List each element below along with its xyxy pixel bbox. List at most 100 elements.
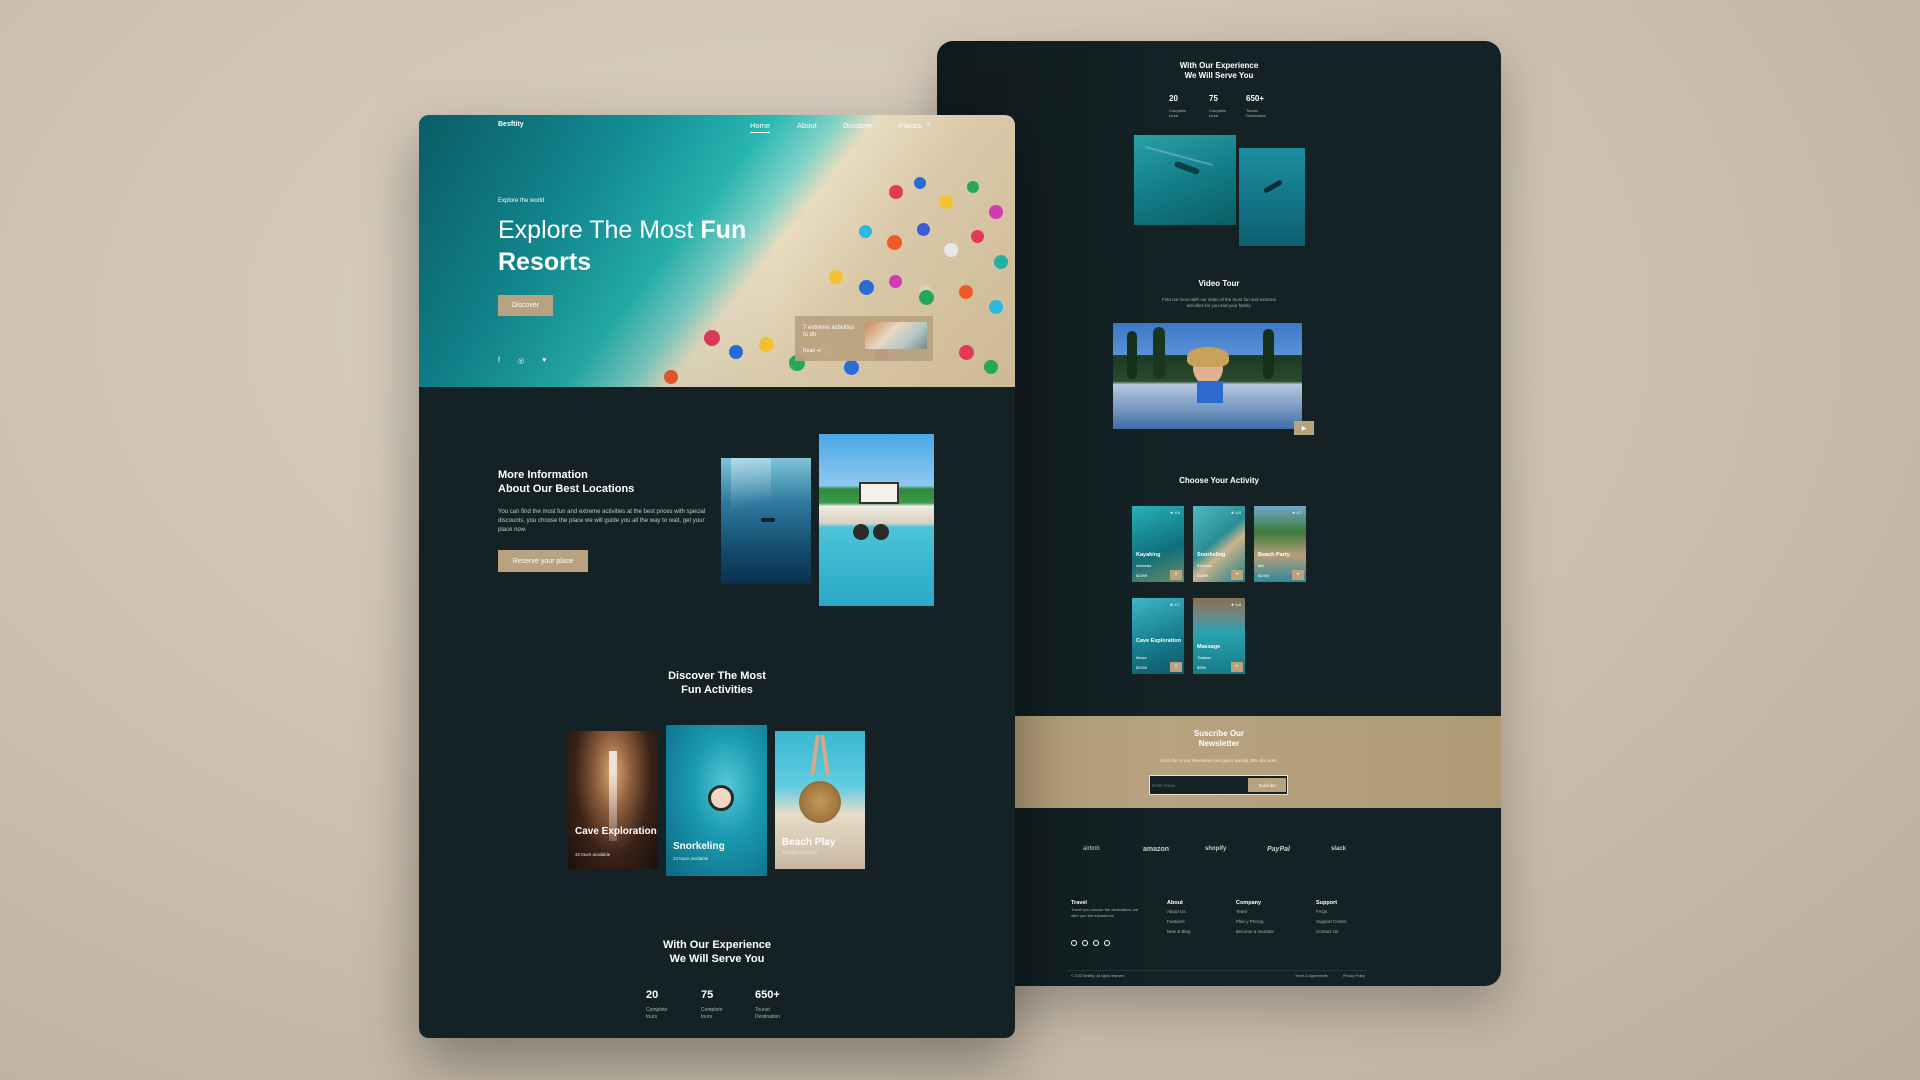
hero-social: f ◎ ♥	[498, 357, 546, 365]
back-experience-title: With Our Experience We Will Serve You	[937, 61, 1501, 81]
experience-title: With Our Experience We Will Serve You	[419, 938, 1015, 966]
footer-about-title: About	[1167, 900, 1183, 906]
footer-link[interactable]: About Us	[1167, 907, 1191, 917]
brand-logo[interactable]: Besftity	[498, 121, 524, 128]
footer-social	[1071, 940, 1110, 946]
activity-card[interactable]: ★ 4.9 Snorkeling Bahamas $1899 +	[1193, 506, 1245, 582]
play-button[interactable]: ▶	[1294, 421, 1314, 435]
search-icon[interactable]: ⌕	[927, 121, 931, 129]
add-button[interactable]: +	[1292, 570, 1304, 580]
nav-places[interactable]: Places	[899, 121, 922, 130]
facebook-icon[interactable]: f	[498, 357, 500, 365]
activity-price: $999	[1197, 665, 1206, 670]
back-experience-title-line1: With Our Experience	[1179, 61, 1259, 70]
stat-number: 75	[701, 989, 714, 1001]
play-icon: ▶	[1301, 425, 1307, 432]
footer-link[interactable]: New & Blog	[1167, 927, 1191, 937]
promo-read-link[interactable]: Read ➔	[803, 348, 821, 354]
twitter-icon[interactable]	[1082, 940, 1088, 946]
add-button[interactable]: +	[1231, 570, 1243, 580]
footer-link[interactable]: Team	[1236, 907, 1274, 917]
footer-support-title: Support	[1316, 900, 1338, 906]
activity-card-beach[interactable]: Beach Play 15 tours available	[775, 731, 865, 869]
reserve-place-button[interactable]: Reserve your place	[498, 550, 588, 572]
footer-link[interactable]: Become a member	[1236, 927, 1274, 937]
youtube-icon[interactable]	[1104, 940, 1110, 946]
activity-card-snorkeling[interactable]: Snorkeling 24 tours available	[666, 725, 767, 876]
privacy-link[interactable]: Privacy Policy	[1343, 971, 1365, 981]
rating: ★ 4.8	[1230, 602, 1241, 607]
activity-card[interactable]: ★ 4.7 Cave Exploration Mexico $2099 +	[1132, 598, 1184, 674]
discover-button[interactable]: Discover	[498, 295, 553, 316]
stat-label: Complete tours	[646, 1007, 668, 1020]
footer-link[interactable]: Features	[1167, 917, 1191, 927]
front-page-mockup: Besftity Home About Discover Places ⌕ Ex…	[419, 115, 1015, 1038]
add-button[interactable]: +	[1231, 662, 1243, 672]
footer-link[interactable]: FAQs	[1316, 907, 1347, 917]
video-tour-thumbnail[interactable]	[1113, 323, 1302, 429]
stat-label: Tourist Destination	[755, 1007, 781, 1020]
rating: ★ 4.7	[1169, 602, 1180, 607]
footer-travel-title: Travel	[1071, 900, 1087, 906]
activity-location: Bali	[1258, 564, 1264, 568]
newsletter-email-input[interactable]	[1152, 779, 1242, 791]
activity-card[interactable]: ★ 4.8 Massage Thailand $999 +	[1193, 598, 1245, 674]
add-button[interactable]: +	[1170, 662, 1182, 672]
video-tour-text: Find out more with our video of the most…	[1161, 297, 1277, 308]
info-text: You can find the most fun and extreme ac…	[498, 509, 706, 533]
subscribe-button[interactable]: Suscribe	[1248, 778, 1286, 792]
footer-support-links: FAQs Support Center Contact Us	[1316, 907, 1347, 937]
activity-price: $1899	[1197, 573, 1209, 578]
card-title: Beach Play	[782, 837, 836, 848]
add-button[interactable]: +	[1170, 570, 1182, 580]
activity-card[interactable]: ★ 4.7 Beach Party Bali $1499 +	[1254, 506, 1306, 582]
underwater-photo	[721, 458, 811, 584]
activity-card-cave[interactable]: Cave Exploration 32 tours available	[568, 731, 658, 869]
activity-location: Thailand	[1197, 656, 1211, 660]
twitter-icon[interactable]: ♥	[542, 357, 546, 365]
info-title-line2: About Our Best Locations	[498, 483, 635, 495]
instagram-icon[interactable]: ◎	[518, 357, 524, 365]
copyright: © 2022 Besftity. All rights reserved	[1071, 974, 1125, 978]
diver-photo	[1239, 148, 1305, 246]
back-experience-title-line2: We Will Serve You	[1184, 71, 1254, 80]
back-stat-num: 650+	[1246, 94, 1265, 103]
activity-location: Mexico	[1136, 656, 1148, 660]
amazon-logo: amazon	[1143, 846, 1170, 853]
hero-section: Besftity Home About Discover Places ⌕ Ex…	[419, 115, 1015, 387]
stat-label: Complete tours	[701, 1007, 723, 1020]
card-subtitle: 32 tours available	[575, 852, 611, 857]
activity-name: Kayaking	[1136, 552, 1161, 558]
promo-image	[865, 322, 927, 349]
stat-number: 650+	[755, 989, 780, 1001]
footer-travel-text: Travel you choose the destination, we of…	[1071, 907, 1139, 918]
footer-link[interactable]: Plan y Pricing	[1236, 917, 1274, 927]
paypal-logo: PayPal	[1267, 846, 1290, 853]
newsletter-text: Suscribe to our Newsletter and get a spe…	[1160, 758, 1278, 763]
activities-title-line2: Fun Activities	[681, 684, 753, 696]
footer-link[interactable]: Contact Us	[1316, 927, 1347, 937]
facebook-icon[interactable]	[1071, 940, 1077, 946]
activity-card[interactable]: ★ 4.8 Kayaking Indonesia $2499 +	[1132, 506, 1184, 582]
footer-link[interactable]: Support Center	[1316, 917, 1347, 927]
nav-discover[interactable]: Discover	[843, 121, 872, 130]
rating: ★ 4.7	[1291, 510, 1302, 515]
activities-title-line1: Discover The Most	[668, 670, 766, 682]
promo-card[interactable]: 7 extreme activities to do Read ➔	[795, 316, 933, 361]
nav-home[interactable]: Home	[750, 121, 771, 133]
card-title: Snorkeling	[673, 841, 725, 852]
promo-title: 7 extreme activities to do	[803, 325, 855, 338]
terms-link[interactable]: Terms & Agreements	[1295, 971, 1327, 981]
activity-location: Bahamas	[1197, 564, 1212, 568]
activity-name: Snorkeling	[1197, 552, 1226, 558]
experience-title-line1: With Our Experience	[662, 939, 772, 951]
video-tour-title: Video Tour	[1198, 279, 1240, 288]
instagram-icon[interactable]	[1093, 940, 1099, 946]
info-title-line1: More Information	[498, 469, 588, 481]
card-title: Cave Exploration	[575, 826, 657, 837]
nav-about[interactable]: About	[797, 121, 817, 130]
info-title: More Information About Our Best Location…	[498, 468, 634, 496]
newsletter-title: Suscribe Our Newsletter	[1193, 729, 1245, 748]
activity-location: Indonesia	[1136, 564, 1152, 568]
shopify-logo: shopify	[1205, 846, 1227, 852]
